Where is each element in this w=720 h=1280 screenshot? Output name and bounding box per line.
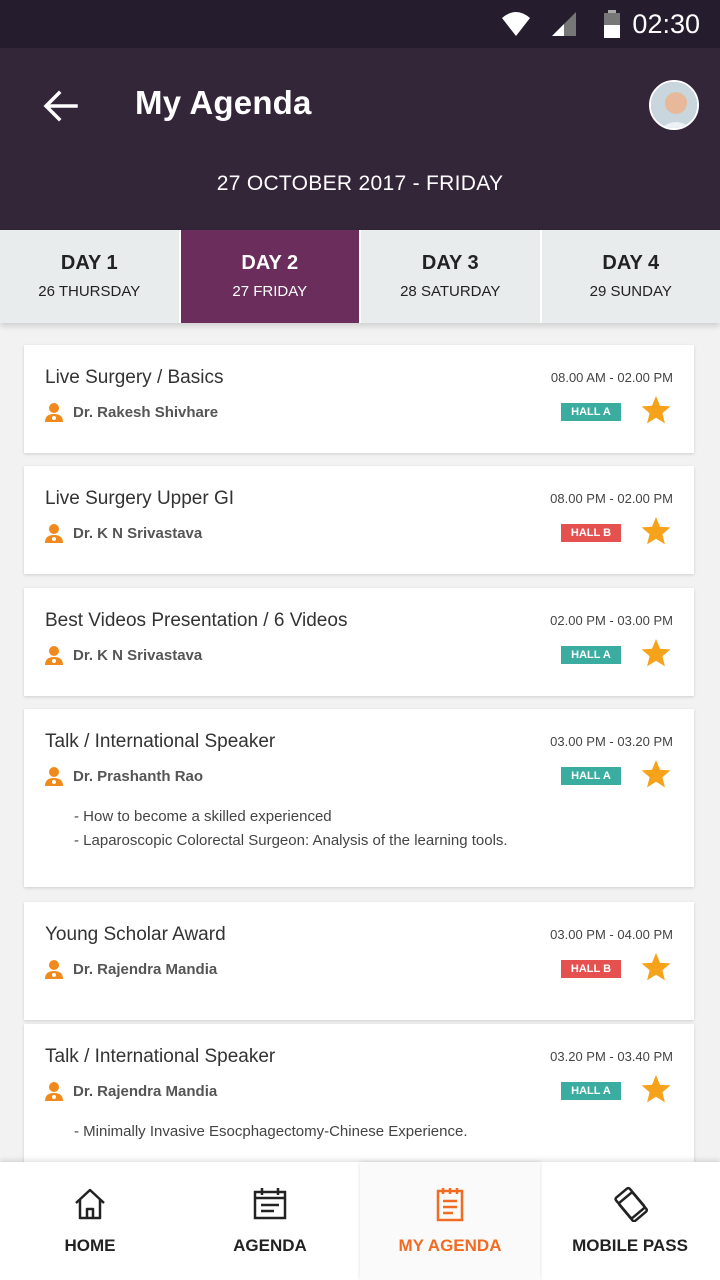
session-title: Talk / International Speaker <box>45 1046 276 1067</box>
favorite-star-icon[interactable] <box>640 394 672 426</box>
app-header: My Agenda 27 OCTOBER 2017 - FRIDAY <box>0 48 720 230</box>
nav-label: MY AGENDA <box>398 1236 502 1255</box>
tab-day-label: DAY 3 <box>421 252 479 274</box>
day-tabs: DAY 1 26 THURSDAY DAY 2 27 FRIDAY DAY 3 28 … <box>0 230 720 323</box>
session-title: Talk / International Speaker <box>45 731 276 752</box>
nav-mobile-pass[interactable]: MOBILE PASS <box>540 1162 720 1280</box>
session-speaker: Dr. Rajendra Mandia <box>45 959 217 979</box>
session-card[interactable]: Talk / International Speaker 03.00 PM - 0… <box>24 709 694 887</box>
speaker-icon <box>45 960 63 979</box>
speaker-name: Dr. Rajendra Mandia <box>73 1082 218 1100</box>
tab-date-label: 28 SATURDAY <box>400 283 501 300</box>
speaker-name: Dr. Rakesh Shivhare <box>73 403 219 421</box>
session-card[interactable]: Young Scholar Award 03.00 PM - 04.00 PM Dr… <box>24 902 694 1020</box>
favorite-star-icon[interactable] <box>640 637 672 669</box>
mobile-pass-icon <box>614 1186 648 1222</box>
speaker-icon <box>45 646 63 665</box>
session-speaker: Dr. Rakesh Shivhare <box>45 402 218 422</box>
tab-day-4[interactable]: DAY 4 29 SUNDAY <box>542 230 720 323</box>
session-description: - Laparoscopic Colorectal Surgeon: Analy… <box>74 832 508 849</box>
tab-day-label: DAY 4 <box>602 252 660 274</box>
page-title: My Agenda <box>135 84 312 121</box>
tab-date-label: 26 THURSDAY <box>38 283 141 300</box>
hall-badge: HALL A <box>561 1082 621 1100</box>
session-time: 03.00 PM - 04.00 PM <box>550 927 673 942</box>
session-title: Live Surgery / Basics <box>45 367 224 388</box>
nav-label: MOBILE PASS <box>572 1236 688 1255</box>
tab-day-2[interactable]: DAY 2 27 FRIDAY <box>180 230 361 323</box>
session-time: 03.00 PM - 03.20 PM <box>550 734 673 749</box>
session-card[interactable]: Talk / International Speaker 03.20 PM - 0… <box>24 1024 694 1163</box>
session-description: - Minimally Invasive Esocphagectomy-Chin… <box>74 1123 468 1140</box>
session-title: Live Surgery Upper GI <box>45 488 235 509</box>
hall-badge: HALL B <box>561 960 621 978</box>
agenda-icon <box>253 1188 287 1220</box>
nav-home[interactable]: HOME <box>0 1162 180 1280</box>
tab-date-label: 29 SUNDAY <box>589 283 672 300</box>
battery-icon <box>604 10 620 38</box>
nav-my-agenda[interactable]: MY AGENDA <box>360 1162 540 1280</box>
session-title: Best Videos Presentation / 6 Videos <box>45 610 348 631</box>
hall-badge: HALL B <box>561 524 621 542</box>
home-icon <box>75 1188 105 1220</box>
session-card[interactable]: Best Videos Presentation / 6 Videos 02.00… <box>24 588 694 696</box>
speaker-icon <box>45 767 63 786</box>
my-agenda-icon <box>436 1188 464 1222</box>
speaker-name: Dr. K N Srivastava <box>73 524 203 542</box>
session-speaker: Dr. K N Srivastava <box>45 645 202 665</box>
speaker-name: Dr. K N Srivastava <box>73 646 203 664</box>
speaker-icon <box>45 524 63 543</box>
session-speaker: Dr. Prashanth Rao <box>45 766 203 786</box>
tab-date-label: 27 FRIDAY <box>232 283 308 300</box>
tab-day-label: DAY 1 <box>60 252 118 274</box>
favorite-star-icon[interactable] <box>640 951 672 983</box>
favorite-star-icon[interactable] <box>640 758 672 790</box>
hall-badge: HALL A <box>561 646 621 664</box>
tab-day-3[interactable]: DAY 3 28 SATURDAY <box>361 230 542 323</box>
back-arrow-icon[interactable] <box>38 84 82 128</box>
session-description: - How to become a skilled experienced <box>74 808 332 825</box>
session-title: Young Scholar Award <box>45 924 226 945</box>
session-list[interactable]: Live Surgery / Basics 08.00 AM - 02.00 PM… <box>0 323 720 1163</box>
hall-badge: HALL A <box>561 403 621 421</box>
status-time: 02:30 <box>632 9 700 39</box>
speaker-name: Dr. Prashanth Rao <box>73 767 204 785</box>
session-time: 02.00 PM - 03.00 PM <box>550 613 673 628</box>
favorite-star-icon[interactable] <box>640 515 672 547</box>
tab-day-1[interactable]: DAY 1 26 THURSDAY <box>0 230 181 323</box>
status-bar: 02:30 <box>0 0 720 48</box>
tab-day-label: DAY 2 <box>241 252 299 274</box>
session-card[interactable]: Live Surgery / Basics 08.00 AM - 02.00 PM… <box>24 345 694 453</box>
nav-label: AGENDA <box>233 1236 307 1255</box>
signal-icon <box>552 12 576 36</box>
nav-agenda[interactable]: AGENDA <box>180 1162 360 1280</box>
speaker-icon <box>45 403 63 422</box>
session-time: 08.00 PM - 02.00 PM <box>550 491 673 506</box>
session-speaker: Dr. K N Srivastava <box>45 523 202 543</box>
speaker-icon <box>45 1082 63 1101</box>
wifi-icon <box>502 12 530 36</box>
session-card[interactable]: Live Surgery Upper GI 08.00 PM - 02.00 PM… <box>24 466 694 574</box>
session-time: 08.00 AM - 02.00 PM <box>550 370 673 385</box>
avatar[interactable] <box>649 80 699 130</box>
selected-date: 27 OCTOBER 2017 - FRIDAY <box>216 172 504 195</box>
session-time: 03.20 PM - 03.40 PM <box>550 1049 673 1064</box>
speaker-name: Dr. Rajendra Mandia <box>73 960 218 978</box>
favorite-star-icon[interactable] <box>640 1073 672 1105</box>
nav-label: HOME <box>64 1236 116 1255</box>
bottom-nav: HOME AGENDA MY AGENDA MOBILE PASS <box>0 1162 720 1280</box>
session-speaker: Dr. Rajendra Mandia <box>45 1081 217 1101</box>
hall-badge: HALL A <box>561 767 621 785</box>
